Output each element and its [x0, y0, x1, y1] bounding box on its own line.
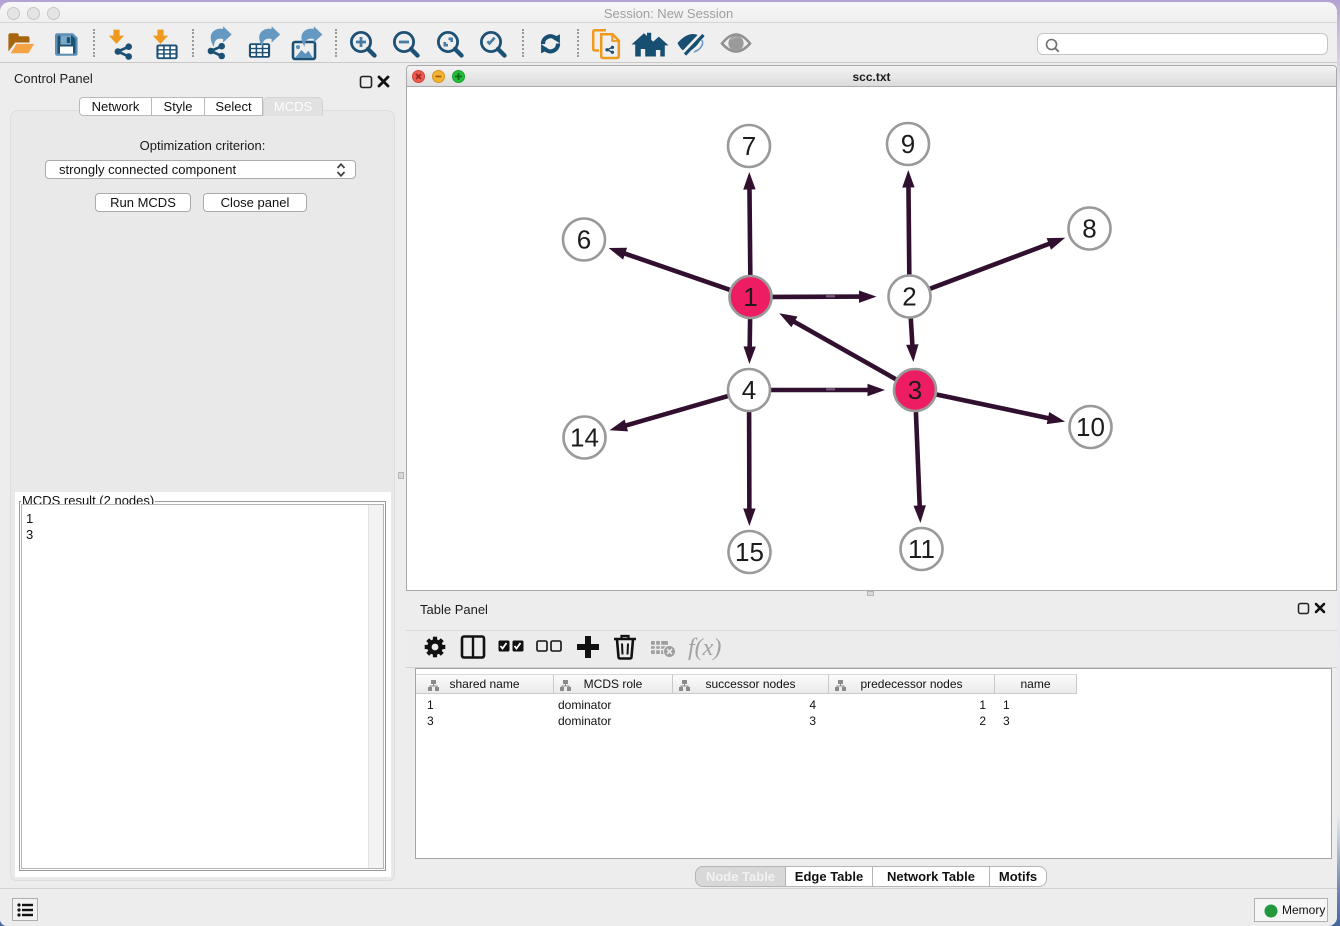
svg-text:6: 6 [577, 225, 591, 255]
svg-text:14: 14 [570, 423, 599, 453]
svg-text:15: 15 [735, 537, 764, 567]
svg-text:4: 4 [742, 375, 756, 405]
svg-text:7: 7 [742, 131, 756, 161]
svg-text:2: 2 [902, 282, 916, 312]
svg-text:11: 11 [908, 534, 935, 564]
svg-text:1: 1 [743, 282, 757, 312]
svg-text:10: 10 [1076, 412, 1105, 442]
svg-text:3: 3 [908, 375, 922, 405]
svg-text:f(x): f(x) [688, 635, 721, 661]
svg-text:9: 9 [901, 129, 915, 159]
svg-text:8: 8 [1082, 214, 1096, 244]
